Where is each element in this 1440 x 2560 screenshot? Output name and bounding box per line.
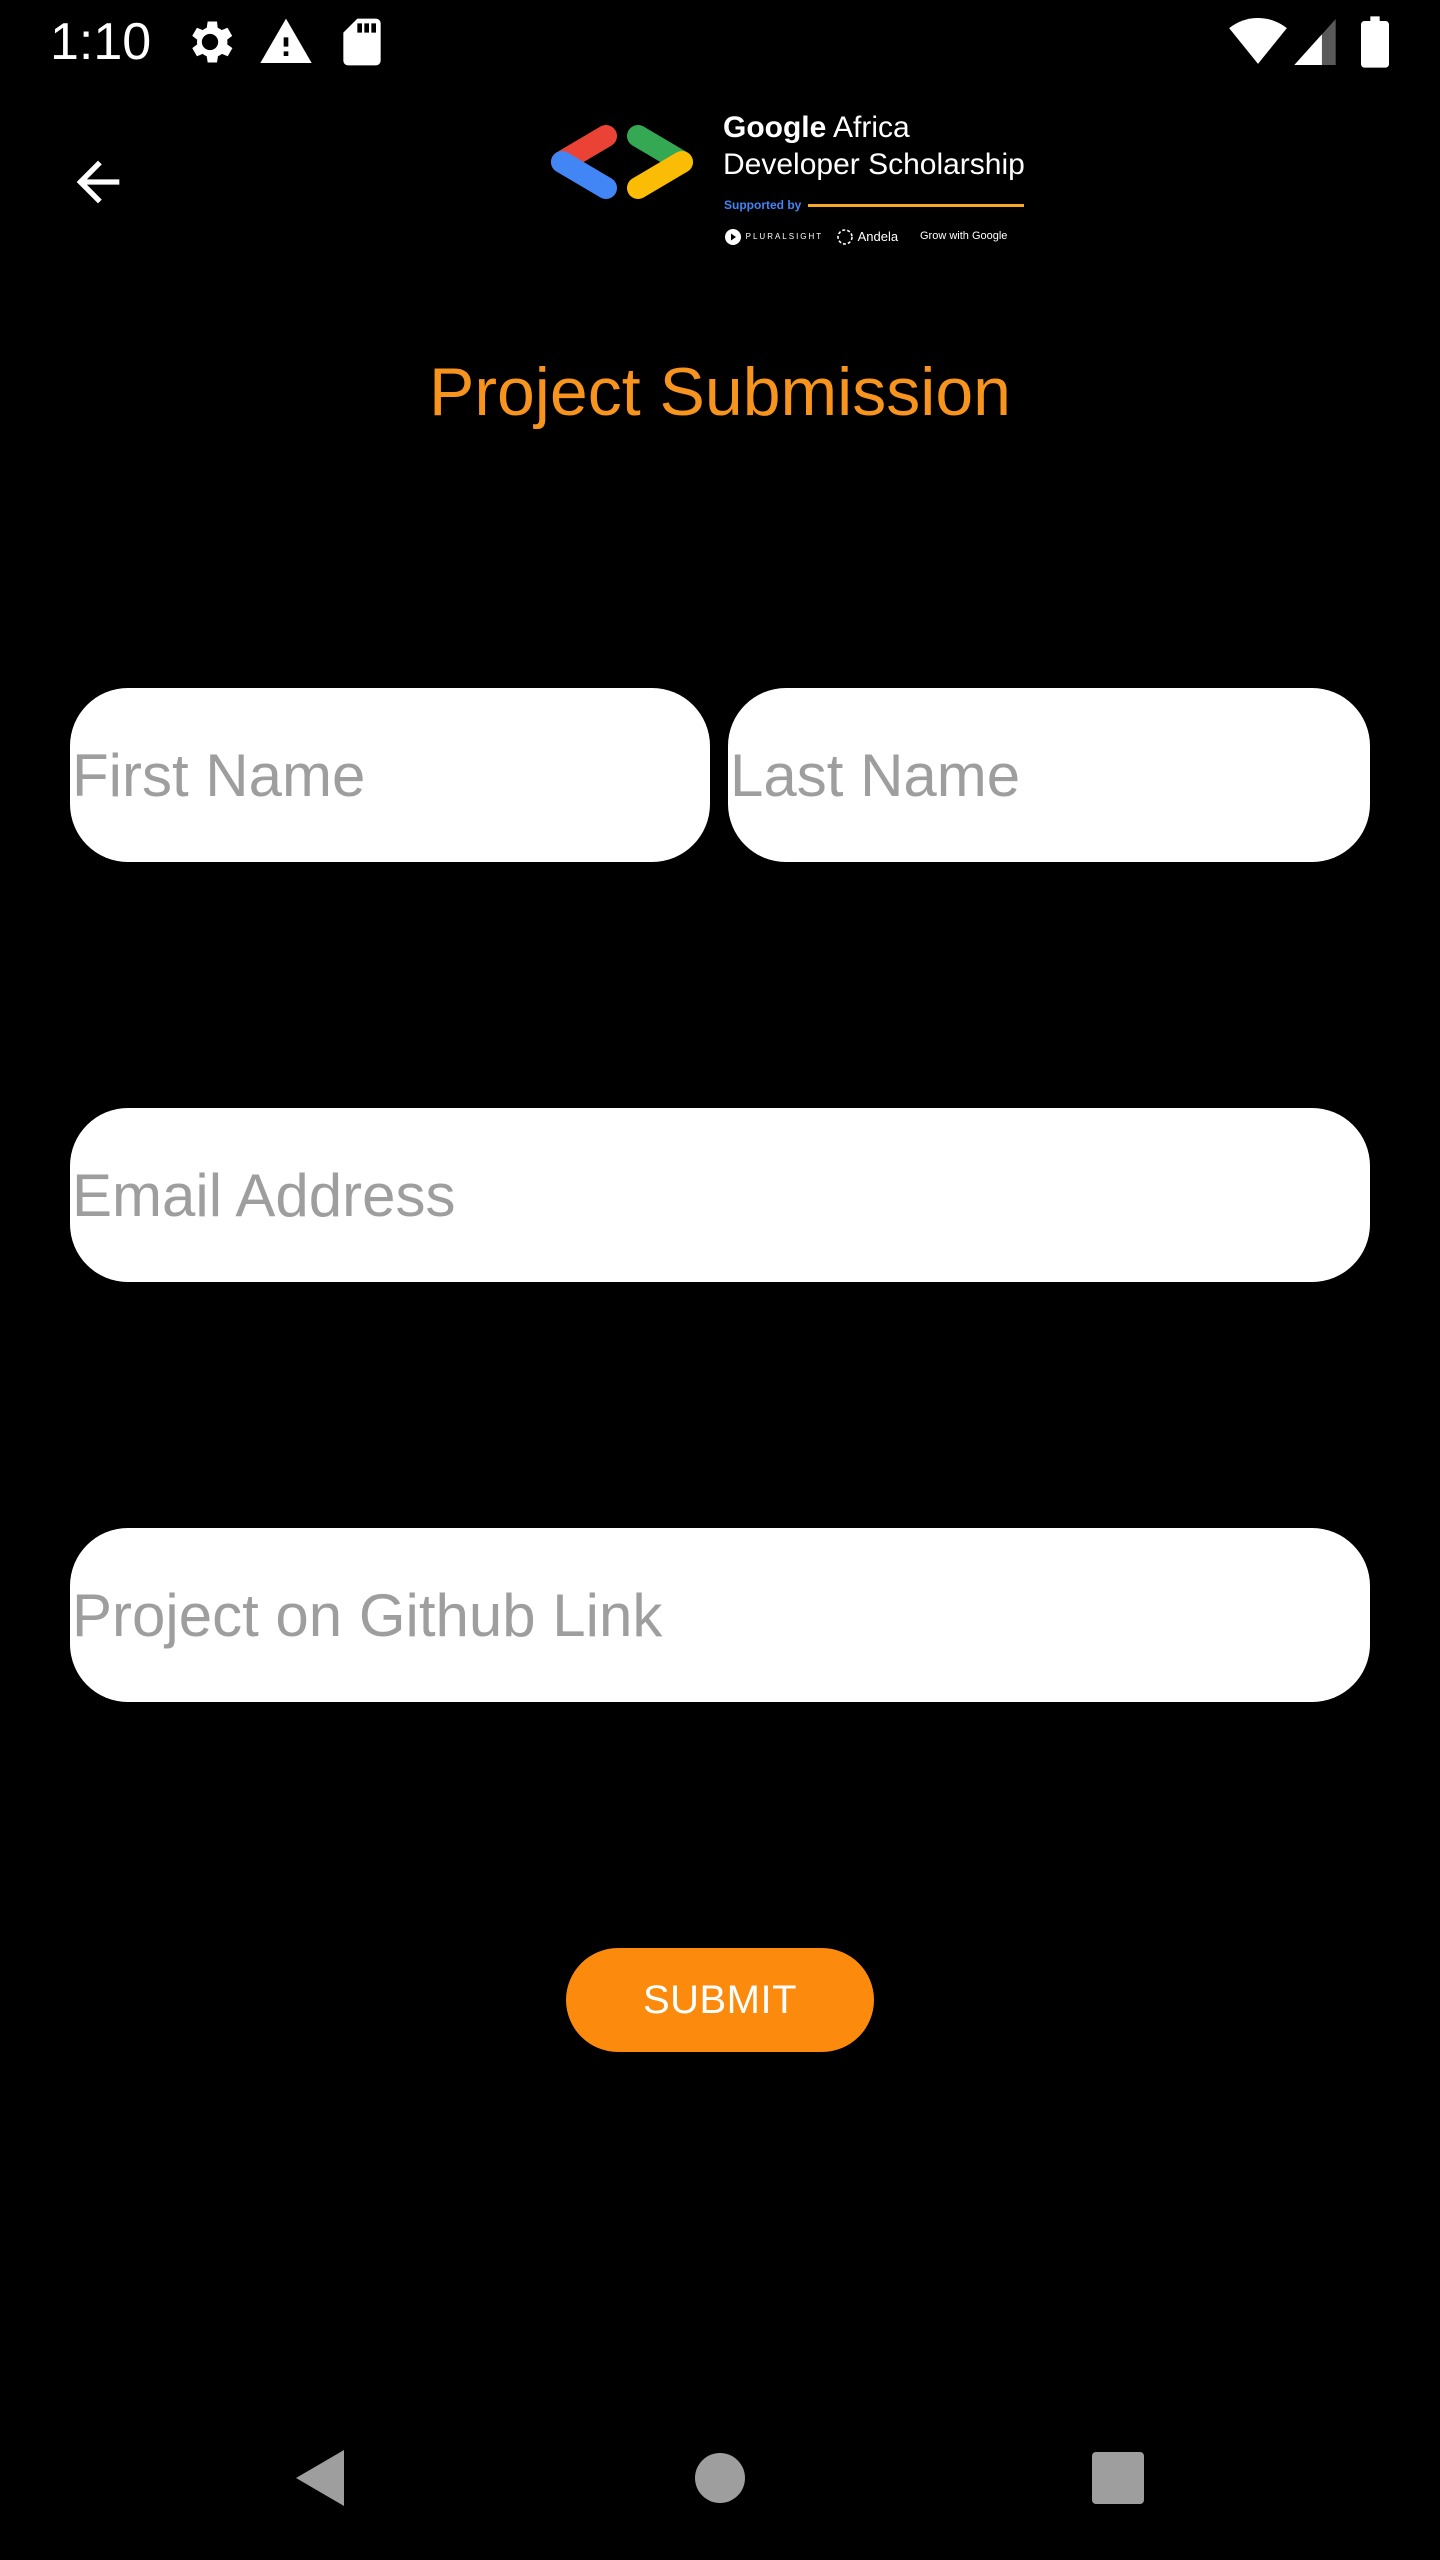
- nav-back-button[interactable]: [280, 2440, 360, 2520]
- signal-icon: [1292, 14, 1338, 75]
- first-name-field[interactable]: [70, 688, 710, 862]
- logo-supported-by: Supported by: [724, 198, 802, 212]
- page-title: Project Submission: [428, 354, 1012, 430]
- last-name-field[interactable]: [728, 688, 1370, 862]
- github-link-field[interactable]: [70, 1528, 1370, 1702]
- warning-icon: [258, 14, 314, 75]
- nav-home-button[interactable]: [680, 2440, 760, 2520]
- nav-recents-button[interactable]: [1078, 2440, 1158, 2520]
- github-link-input[interactable]: [70, 1528, 1370, 1702]
- partner-grow-with-google: Grow with Google: [920, 230, 1008, 242]
- arrow-back-icon: [66, 150, 130, 219]
- andela-icon: [836, 228, 858, 245]
- pluralsight-icon: [724, 228, 746, 245]
- first-name-input[interactable]: [70, 688, 710, 862]
- email-field[interactable]: [70, 1108, 1370, 1282]
- gear-icon: [182, 14, 238, 75]
- sd-card-icon: [334, 14, 390, 75]
- email-input[interactable]: [70, 1108, 1370, 1282]
- logo-title-line2: Developer Scholarship: [723, 148, 1025, 181]
- brackets-logo-icon: [548, 122, 696, 207]
- partner-pluralsight: PLURALSIGHT: [724, 228, 823, 246]
- home-circle-icon: [694, 2452, 746, 2509]
- last-name-input[interactable]: [728, 688, 1370, 862]
- back-button[interactable]: [50, 136, 146, 232]
- back-triangle-icon: [292, 2448, 348, 2513]
- logo-divider: [808, 204, 1024, 207]
- system-nav-bar: [0, 2400, 1440, 2560]
- status-time: 1:10: [50, 13, 152, 71]
- recents-square-icon: [1091, 2451, 1145, 2510]
- gads-logo: Google Africa Developer Scholarship Supp…: [548, 108, 1028, 253]
- partner-andela: Andela: [836, 228, 898, 246]
- battery-icon: [1360, 14, 1390, 75]
- submit-button[interactable]: SUBMIT: [566, 1948, 874, 2052]
- status-bar: 1:10: [0, 0, 1440, 84]
- logo-title-line1: Google Africa: [723, 111, 910, 144]
- wifi-icon: [1228, 14, 1288, 75]
